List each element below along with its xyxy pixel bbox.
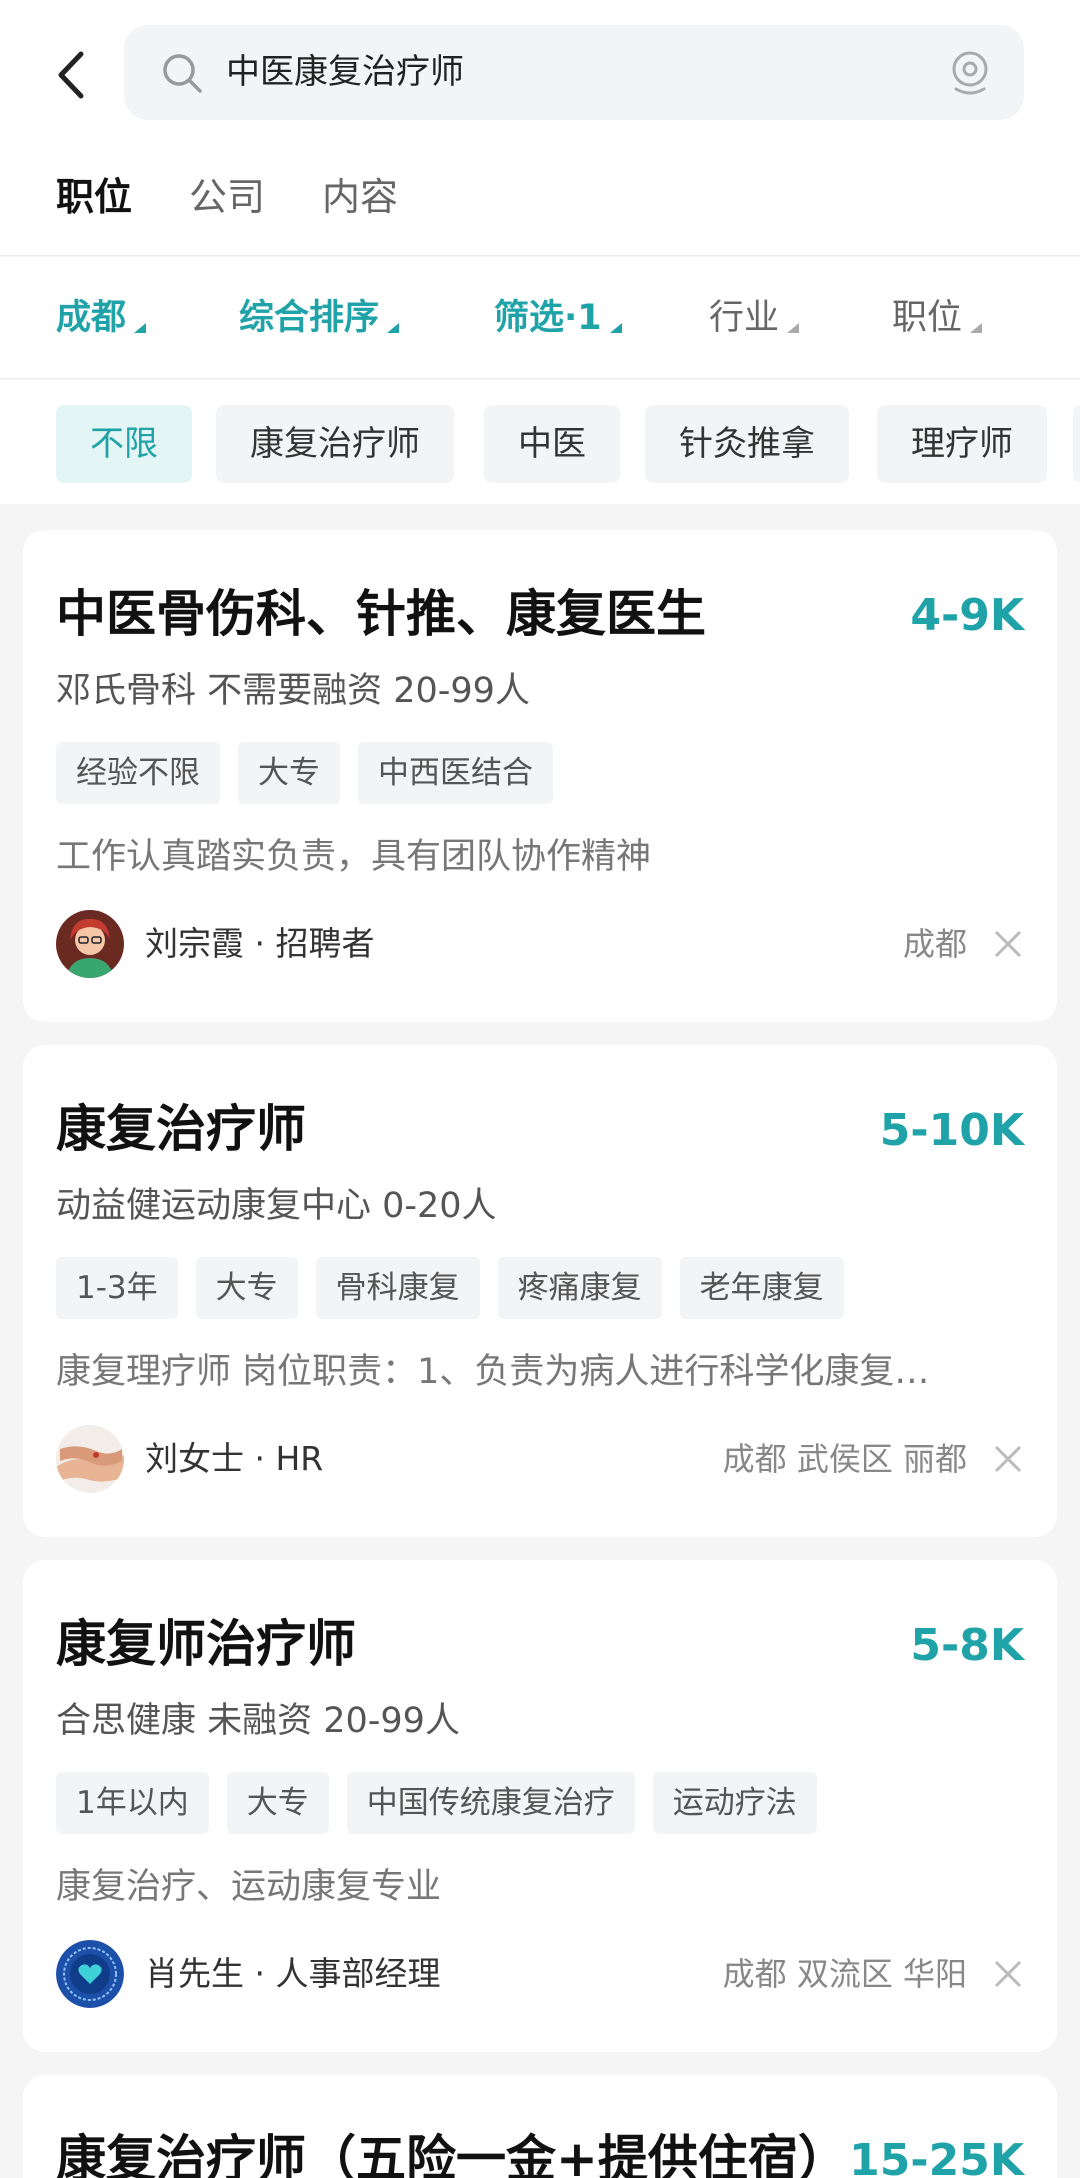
job-tag: 1年以内: [56, 1772, 209, 1834]
back-button[interactable]: [44, 40, 96, 110]
job-salary: 15-25K: [849, 2135, 1024, 2178]
job-description: 康复治疗、运动康复专业: [56, 1867, 442, 1907]
dropdown-triangle-icon: [134, 323, 147, 333]
tab-content[interactable]: 内容: [322, 172, 398, 222]
location-pin-icon[interactable]: [948, 49, 992, 97]
job-tag: 1-3年: [56, 1257, 178, 1319]
job-tag: 大专: [238, 742, 340, 804]
chip-acupuncture[interactable]: 针灸推拿: [645, 405, 849, 483]
filter-screen[interactable]: 筛选·1: [494, 293, 622, 343]
job-tag: 大专: [195, 1257, 298, 1319]
top-bar: 中医康复治疗师: [0, 0, 1080, 150]
job-location: 成都 武侯区 丽都: [722, 1440, 967, 1478]
job-tag: 大专: [226, 1772, 329, 1834]
job-card[interactable]: 中医骨伤科、针推、康复医生 4-9K 邓氏骨科 不需要融资 20-99人 经验不…: [23, 530, 1057, 1022]
avatar: [56, 1425, 124, 1493]
close-icon[interactable]: [992, 928, 1024, 960]
filter-position[interactable]: 职位: [892, 293, 983, 343]
job-description: 康复理疗师 岗位职责：1、负责为病人进行科学化康复…: [56, 1352, 930, 1392]
search-input[interactable]: 中医康复治疗师: [124, 25, 1024, 120]
job-card[interactable]: 康复治疗师（五险一金+提供住宿） 15-25K: [23, 2075, 1057, 2178]
chip-tcm[interactable]: 中医: [484, 405, 620, 483]
job-tag: 老年康复: [679, 1257, 844, 1319]
filter-bar: 成都 综合排序 筛选·1 行业 职位: [0, 257, 1080, 379]
job-title: 康复治疗师: [56, 1100, 306, 1158]
job-salary: 5-10K: [879, 1105, 1024, 1156]
job-card[interactable]: 康复治疗师 5-10K 动益健运动康复中心 0-20人 1-3年 大专 骨科康复…: [23, 1045, 1057, 1537]
close-icon[interactable]: [992, 1443, 1024, 1475]
job-tag: 中国传统康复治疗: [346, 1772, 635, 1834]
search-icon: [163, 54, 202, 93]
job-tag: 运动疗法: [652, 1772, 817, 1834]
job-title: 康复师治疗师: [56, 1615, 356, 1673]
job-tags: 经验不限 大专 中西医结合: [56, 742, 571, 804]
job-tags: 1年以内 大专 中国传统康复治疗 运动疗法: [56, 1772, 835, 1834]
job-title: 中医骨伤科、针推、康复医生: [56, 585, 706, 643]
job-tag: 中西医结合: [358, 742, 553, 804]
job-tag: 疼痛康复: [497, 1257, 662, 1319]
job-salary: 5-8K: [910, 1620, 1024, 1671]
company-info: 动益健运动康复中心 0-20人: [56, 1186, 497, 1226]
dropdown-triangle-icon: [787, 323, 800, 333]
keyword-chips: 不限 康复治疗师 中医 针灸推拿 理疗师: [0, 380, 1080, 504]
filter-industry[interactable]: 行业: [709, 293, 800, 343]
chip-any[interactable]: 不限: [56, 405, 192, 483]
avatar: [56, 1940, 124, 2008]
job-location: 成都 双流区 华阳: [722, 1955, 967, 1993]
dropdown-triangle-icon: [609, 323, 622, 333]
job-description: 工作认真踏实负责，具有团队协作精神: [56, 837, 652, 877]
job-card[interactable]: 康复师治疗师 5-8K 合思健康 未融资 20-99人 1年以内 大专 中国传统…: [23, 1560, 1057, 2052]
chip-rehab-therapist[interactable]: 康复治疗师: [216, 405, 454, 483]
recruiter-name: 刘宗霞 · 招聘者: [145, 924, 375, 963]
search-query: 中医康复治疗师: [226, 52, 464, 92]
dropdown-triangle-icon: [970, 323, 983, 333]
close-icon[interactable]: [992, 1958, 1024, 1990]
job-salary: 4-9K: [910, 590, 1024, 641]
job-title: 康复治疗师（五险一金+提供住宿）: [56, 2130, 848, 2178]
job-tags: 1-3年 大专 骨科康复 疼痛康复 老年康复: [56, 1257, 862, 1319]
recruiter-name: 肖先生 · 人事部经理: [145, 1954, 441, 1993]
job-location: 成都: [902, 925, 967, 963]
company-info: 合思健康 未融资 20-99人: [56, 1701, 460, 1741]
filter-city[interactable]: 成都: [56, 293, 147, 343]
result-tabs: 职位 公司 内容: [0, 150, 1080, 256]
avatar: [56, 910, 124, 978]
chip-physiotherapist[interactable]: 理疗师: [877, 405, 1047, 483]
tab-jobs[interactable]: 职位: [56, 172, 132, 222]
company-info: 邓氏骨科 不需要融资 20-99人: [56, 671, 530, 711]
recruiter-name: 刘女士 · HR: [145, 1439, 324, 1478]
job-tag: 经验不限: [56, 742, 220, 804]
tab-companies[interactable]: 公司: [189, 172, 265, 222]
job-tag: 骨科康复: [315, 1257, 480, 1319]
filter-sort[interactable]: 综合排序: [239, 293, 400, 343]
back-arrow-icon: [58, 51, 84, 99]
dropdown-triangle-icon: [387, 323, 400, 333]
chip-more[interactable]: [1073, 405, 1080, 483]
